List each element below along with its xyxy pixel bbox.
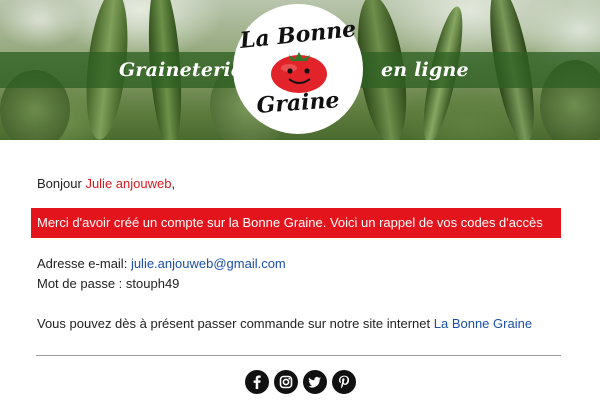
greeting-prefix: Bonjour xyxy=(37,176,82,191)
logo-bottom-text: Graine xyxy=(255,87,341,119)
email-label: Adresse e-mail: xyxy=(37,256,128,271)
password-value: stouph49 xyxy=(125,276,180,291)
order-row: Vous pouvez dès à présent passer command… xyxy=(37,316,532,331)
site-link[interactable]: La Bonne Graine xyxy=(434,316,532,331)
banner-left-text: Graineterie xyxy=(119,59,244,81)
user-name: Julie anjouweb xyxy=(85,176,172,191)
tomato-icon xyxy=(271,52,327,93)
facebook-icon[interactable] xyxy=(245,370,269,394)
footer-divider xyxy=(36,355,561,356)
pinterest-icon[interactable] xyxy=(332,370,356,394)
account-created-banner: Merci d'avoir créé un compte sur la Bonn… xyxy=(31,208,561,238)
twitter-icon[interactable] xyxy=(303,370,327,394)
header-banner: Graineterie en ligne La Bonne Graine xyxy=(0,0,600,140)
greeting-suffix: , xyxy=(171,176,176,191)
order-text: Vous pouvez dès à présent passer command… xyxy=(37,316,431,331)
email-link[interactable]: julie.anjouweb@gmail.com xyxy=(131,256,286,271)
greeting-line: Bonjour Julie anjouweb, xyxy=(37,176,175,191)
site-logo[interactable]: La Bonne Graine xyxy=(233,4,363,134)
password-label: Mot de passe : xyxy=(37,276,123,291)
email-row: Adresse e-mail: julie.anjouweb@gmail.com xyxy=(37,256,286,271)
instagram-icon[interactable] xyxy=(274,370,298,394)
banner-right-text: en ligne xyxy=(381,59,469,81)
password-row: Mot de passe : stouph49 xyxy=(37,276,179,291)
